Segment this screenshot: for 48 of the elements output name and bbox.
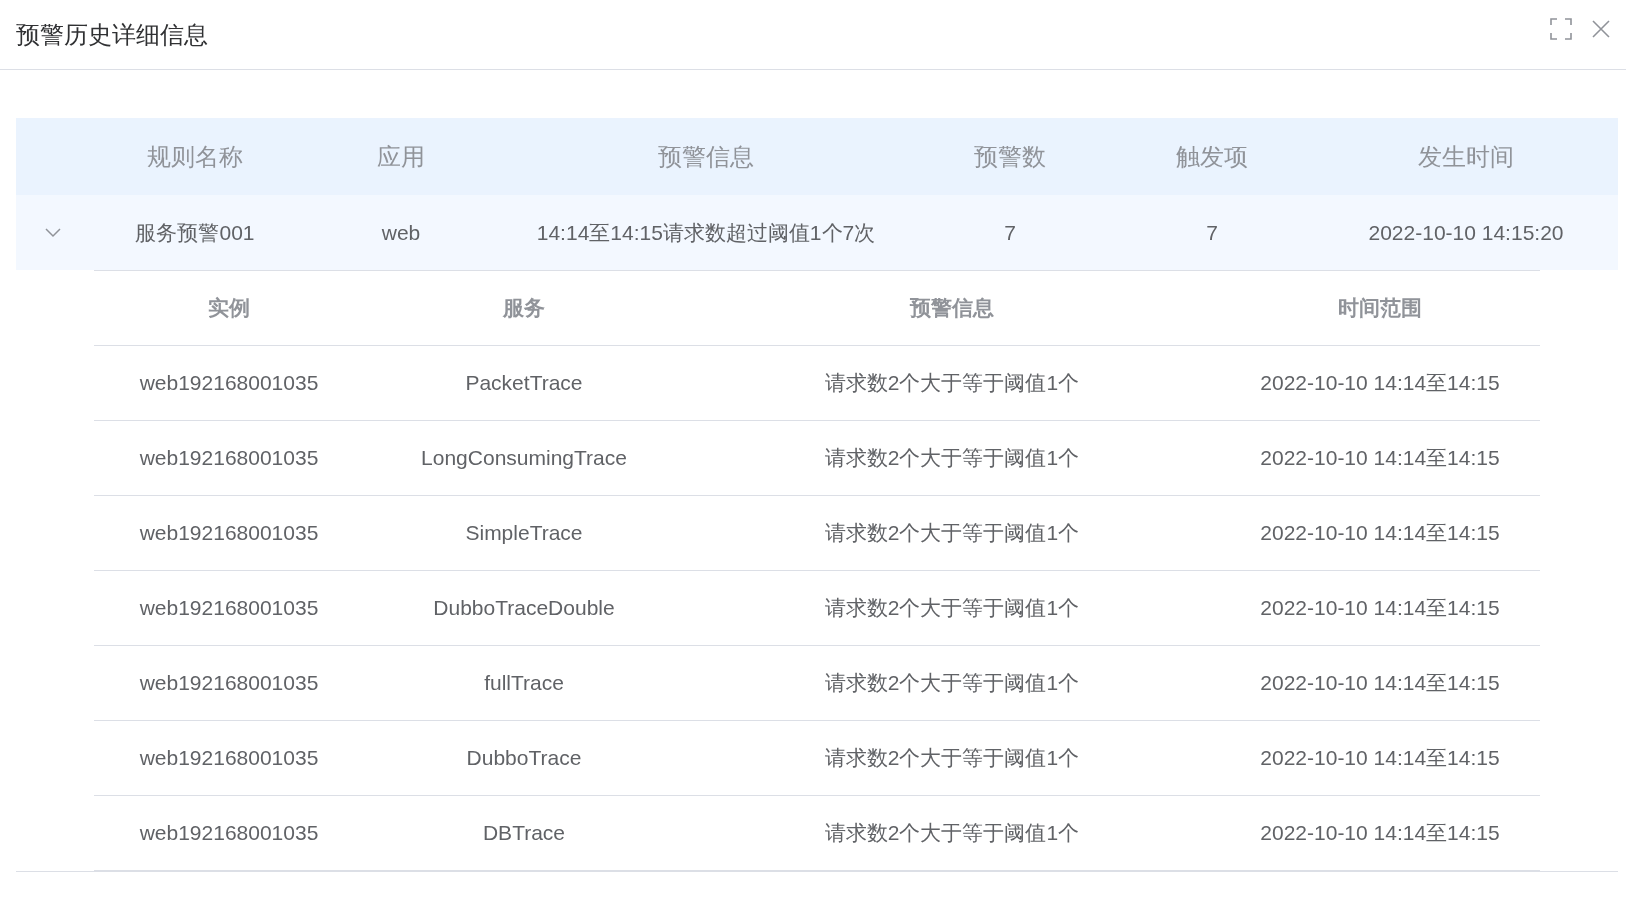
column-header: 实例 xyxy=(207,295,251,322)
table-cell-text: 7 xyxy=(1003,219,1017,246)
table-cell-text: web192168001035 xyxy=(138,520,320,547)
table-cell-text: 2022-10-10 14:14至14:15 xyxy=(1259,820,1501,847)
table-cell-text: web xyxy=(380,219,422,246)
table-cell-text: 7 xyxy=(1205,219,1219,246)
table-cell-text: 请求数2个大于等于阈值1个 xyxy=(823,595,1081,622)
table-cell-text: DubboTrace xyxy=(465,745,583,772)
table-cell-text: 请求数2个大于等于阈值1个 xyxy=(823,370,1081,397)
table-cell-text: 请求数2个大于等于阈值1个 xyxy=(823,445,1081,472)
table-cell-text: web192168001035 xyxy=(138,595,320,622)
fullscreen-icon[interactable] xyxy=(1550,18,1572,40)
chevron-icon[interactable] xyxy=(45,227,61,238)
close-icon[interactable] xyxy=(1592,20,1610,38)
table-cell-text: DubboTraceDouble xyxy=(432,595,616,622)
column-header: 触发项 xyxy=(1175,141,1249,172)
table-cell-text: SimpleTrace xyxy=(464,520,584,547)
table-cell-text: 请求数2个大于等于阈值1个 xyxy=(823,745,1081,772)
table-cell-text: 请求数2个大于等于阈值1个 xyxy=(823,670,1081,697)
column-header: 预警信息 xyxy=(908,295,995,322)
table-cell-text: 2022-10-10 14:14至14:15 xyxy=(1259,520,1501,547)
table-cell-text: PacketTrace xyxy=(464,370,584,397)
column-header: 时间范围 xyxy=(1337,295,1423,322)
table-cell-text: DBTrace xyxy=(481,820,567,847)
table-cell-text: LongConsumingTrace xyxy=(420,445,628,472)
table-cell-text: web192168001035 xyxy=(138,445,320,472)
table-cell-text: 请求数2个大于等于阈值1个 xyxy=(823,520,1081,547)
table-cell-text: web192168001035 xyxy=(138,745,320,772)
table-cell-text: web192168001035 xyxy=(138,670,320,697)
dialog-title: 预警历史详细信息 xyxy=(16,19,208,50)
table-cell-text: fullTrace xyxy=(483,670,565,697)
column-header: 应用 xyxy=(376,141,426,172)
table-cell-text: web192168001035 xyxy=(138,370,320,397)
column-header: 预警数 xyxy=(973,141,1047,172)
table-cell-text: 2022-10-10 14:14至14:15 xyxy=(1259,745,1501,772)
table-cell-text: 2022-10-10 14:14至14:15 xyxy=(1259,445,1501,472)
table-cell-text: 14:14至14:15请求数超过阈值1个7次 xyxy=(535,219,877,246)
column-header: 发生时间 xyxy=(1417,141,1515,172)
column-header: 预警信息 xyxy=(657,141,755,172)
table-cell-text: 2022-10-10 14:14至14:15 xyxy=(1259,595,1501,622)
table-cell-text: 请求数2个大于等于阈值1个 xyxy=(823,820,1081,847)
table-cell-text: 服务预警001 xyxy=(134,219,256,246)
table-cell-text: web192168001035 xyxy=(138,820,320,847)
table-cell-text: 2022-10-10 14:14至14:15 xyxy=(1259,370,1501,397)
column-header: 规则名称 xyxy=(146,141,244,172)
table-cell-text: 2022-10-10 14:14至14:15 xyxy=(1259,670,1501,697)
column-header: 服务 xyxy=(501,295,546,322)
table-cell-text: 2022-10-10 14:15:20 xyxy=(1367,219,1565,246)
